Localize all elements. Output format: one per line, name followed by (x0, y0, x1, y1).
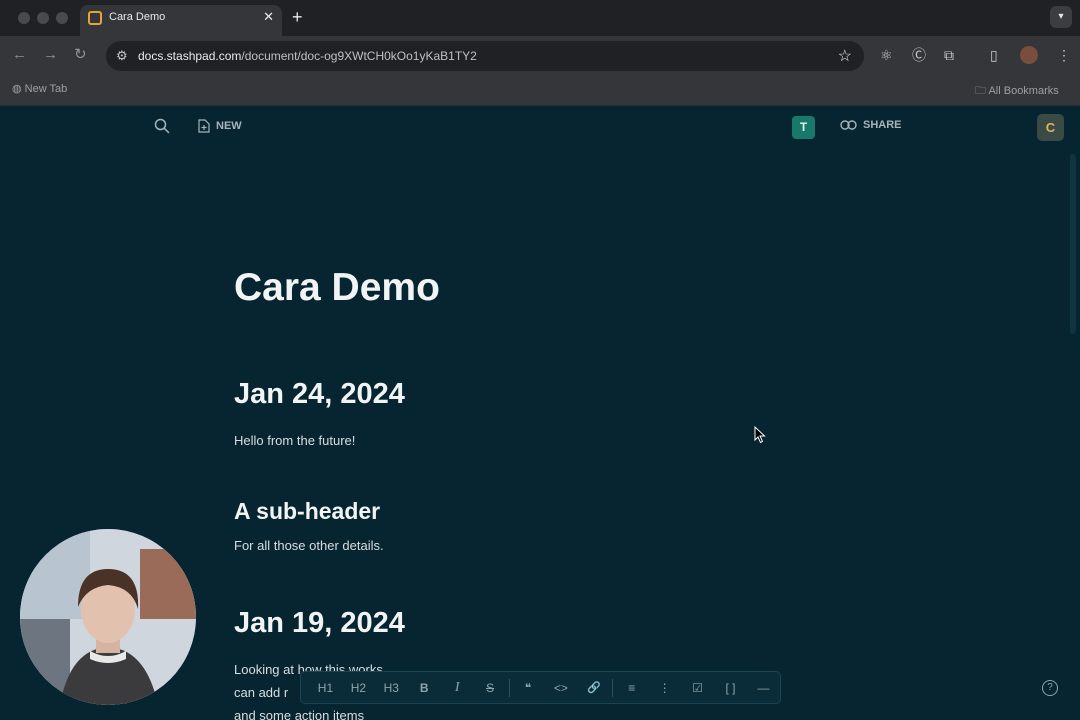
tab-close-icon[interactable]: ✕ (263, 9, 274, 25)
extension-c-icon[interactable]: Ⓒ (912, 47, 926, 63)
profile-avatar[interactable] (1020, 46, 1038, 64)
heading2-button[interactable]: H2 (342, 676, 375, 700)
new-tab-button[interactable]: + (292, 7, 303, 27)
browser-toolbar: ← → ↻ ⚙ docs.stashpad.com/document/doc-o… (0, 36, 1080, 76)
toolbar-divider (612, 678, 614, 697)
bullet-list-icon[interactable]: ≡ (615, 676, 648, 700)
tab-title: Cara Demo (109, 11, 166, 23)
side-panel-icon[interactable]: ▯ (990, 47, 998, 63)
bookmark-new-tab[interactable]: ◍ New Tab (12, 82, 67, 95)
tab-search-chevron-icon[interactable]: ▾ (1050, 6, 1072, 28)
italic-button[interactable]: I (441, 676, 474, 700)
divider-icon[interactable]: ― (747, 676, 780, 700)
back-arrow-icon[interactable]: ← (12, 46, 27, 64)
format-toolbar: H1 H2 H3 B I S ❝ <> 🔗 ≡ ⋮ ☑ [ ] ― (300, 671, 781, 704)
browser-tab[interactable]: Cara Demo ✕ (80, 5, 282, 36)
paragraph-line[interactable]: and some action items (234, 708, 364, 720)
document-title[interactable]: Cara Demo (234, 266, 440, 310)
window-zoom-dot[interactable] (56, 12, 68, 24)
forward-arrow-icon[interactable]: → (43, 46, 58, 64)
bookmark-star-icon[interactable]: ☆ (838, 46, 852, 66)
section-heading[interactable]: Jan 19, 2024 (234, 607, 405, 640)
address-bar[interactable]: ⚙ docs.stashpad.com/document/doc-og9XWtC… (106, 41, 864, 71)
share-label: SHARE (863, 119, 902, 131)
window-close-dot[interactable] (18, 12, 30, 24)
bold-button[interactable]: B (408, 676, 441, 700)
help-icon[interactable]: ? (1042, 680, 1058, 696)
new-label: NEW (216, 120, 242, 132)
user-avatar[interactable]: C (1037, 114, 1064, 141)
new-document-button[interactable]: NEW (198, 119, 242, 133)
site-settings-icon[interactable]: ⚙ (116, 48, 128, 64)
all-bookmarks-folder[interactable]: 🗀 All Bookmarks (975, 82, 1059, 101)
new-document-icon (198, 119, 210, 133)
search-icon[interactable] (154, 118, 170, 134)
link-icon[interactable]: 🔗 (577, 676, 610, 700)
link-icon (840, 120, 857, 130)
collaborator-avatar[interactable]: T (792, 116, 815, 139)
webcam-person-image (20, 529, 196, 705)
code-block-icon[interactable]: [ ] (714, 676, 747, 700)
tab-favicon-icon (88, 11, 102, 25)
paragraph-line[interactable]: can add r (234, 685, 288, 700)
reload-icon[interactable]: ↻ (74, 46, 87, 64)
checklist-icon[interactable]: ☑ (681, 676, 714, 700)
heading3-button[interactable]: H3 (375, 676, 408, 700)
browser-tab-bar: Cara Demo ✕ + ▾ (0, 0, 1080, 36)
heading1-button[interactable]: H1 (309, 676, 342, 700)
section-heading[interactable]: Jan 24, 2024 (234, 378, 405, 411)
strikethrough-button[interactable]: S (474, 676, 507, 700)
sub-heading[interactable]: A sub-header (234, 498, 380, 525)
paragraph[interactable]: For all those other details. (234, 538, 384, 553)
share-button[interactable]: SHARE (840, 119, 902, 131)
numbered-list-icon[interactable]: ⋮ (648, 676, 681, 700)
url-text[interactable]: docs.stashpad.com/document/doc-og9XWtCH0… (138, 49, 477, 63)
app-header: NEW T SHARE C (0, 106, 1080, 148)
bookmarks-bar: ◍ New Tab 🗀 All Bookmarks (0, 76, 1080, 106)
code-icon[interactable]: <> (544, 676, 577, 700)
browser-menu-icon[interactable]: ⋮ (1057, 47, 1071, 63)
scrollbar-thumb[interactable] (1070, 154, 1076, 334)
mouse-cursor-icon (754, 426, 766, 444)
extensions-puzzle-icon[interactable]: ⧉ (944, 47, 954, 63)
paragraph[interactable]: Hello from the future! (234, 433, 355, 448)
quote-icon[interactable]: ❝ (512, 676, 545, 700)
react-devtools-icon[interactable]: ⚛ (880, 47, 893, 63)
window-minimize-dot[interactable] (37, 12, 49, 24)
webcam-overlay[interactable] (20, 529, 196, 705)
toolbar-divider (508, 678, 510, 697)
